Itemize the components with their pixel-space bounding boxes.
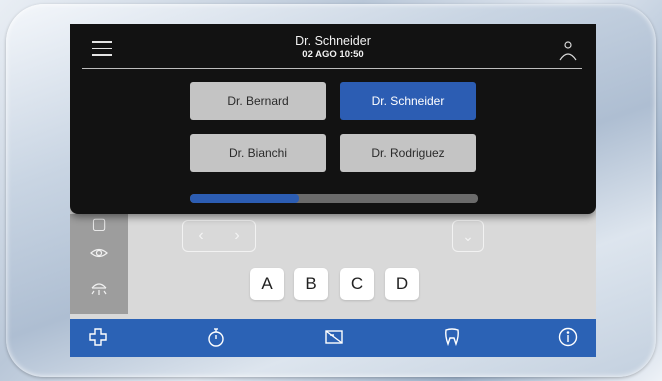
eye-light-icon[interactable] <box>88 242 110 264</box>
progress-fill <box>190 194 300 203</box>
page-title: Dr. Schneider <box>295 34 371 48</box>
user-icon[interactable] <box>558 38 578 62</box>
rail-partial-icon[interactable]: ▢ <box>88 214 110 236</box>
bottom-bar <box>70 319 596 357</box>
doctor-button-rodriguez[interactable]: Dr. Rodriguez <box>340 134 476 172</box>
panel-header: Dr. Schneider 02 AGO 10:50 <box>70 24 596 70</box>
lamp-icon[interactable] <box>88 276 110 298</box>
doctor-button-bernard[interactable]: Dr. Bernard <box>190 82 326 120</box>
doctor-button-bianchi[interactable]: Dr. Bianchi <box>190 134 326 172</box>
progress-bar <box>190 194 478 203</box>
letter-button-b[interactable]: B <box>294 268 328 300</box>
chevron-right-icon[interactable]: › <box>227 226 247 246</box>
info-icon[interactable] <box>556 326 580 350</box>
device-screen: ▢ ‹ › ⌄ A B C D Dr. Schneider 02 AGO 10:… <box>70 24 596 357</box>
letter-button-a[interactable]: A <box>250 268 284 300</box>
side-rail: ▢ <box>70 214 128 314</box>
chevron-left-icon[interactable]: ‹ <box>191 226 211 246</box>
nav-arrows: ‹ › <box>182 220 256 252</box>
plus-icon[interactable] <box>86 326 110 350</box>
letter-button-d[interactable]: D <box>385 268 419 300</box>
doctor-select-panel: Dr. Schneider 02 AGO 10:50 Dr. Bernard D… <box>70 24 596 214</box>
doctor-button-schneider[interactable]: Dr. Schneider <box>340 82 476 120</box>
timer-icon[interactable] <box>204 326 228 350</box>
image-icon[interactable] <box>322 326 346 350</box>
letter-button-c[interactable]: C <box>340 268 374 300</box>
date-time: 02 AGO 10:50 <box>302 49 364 60</box>
tooth-icon[interactable] <box>440 326 464 350</box>
header-divider <box>82 68 582 69</box>
chevron-down-icon[interactable]: ⌄ <box>452 220 484 252</box>
